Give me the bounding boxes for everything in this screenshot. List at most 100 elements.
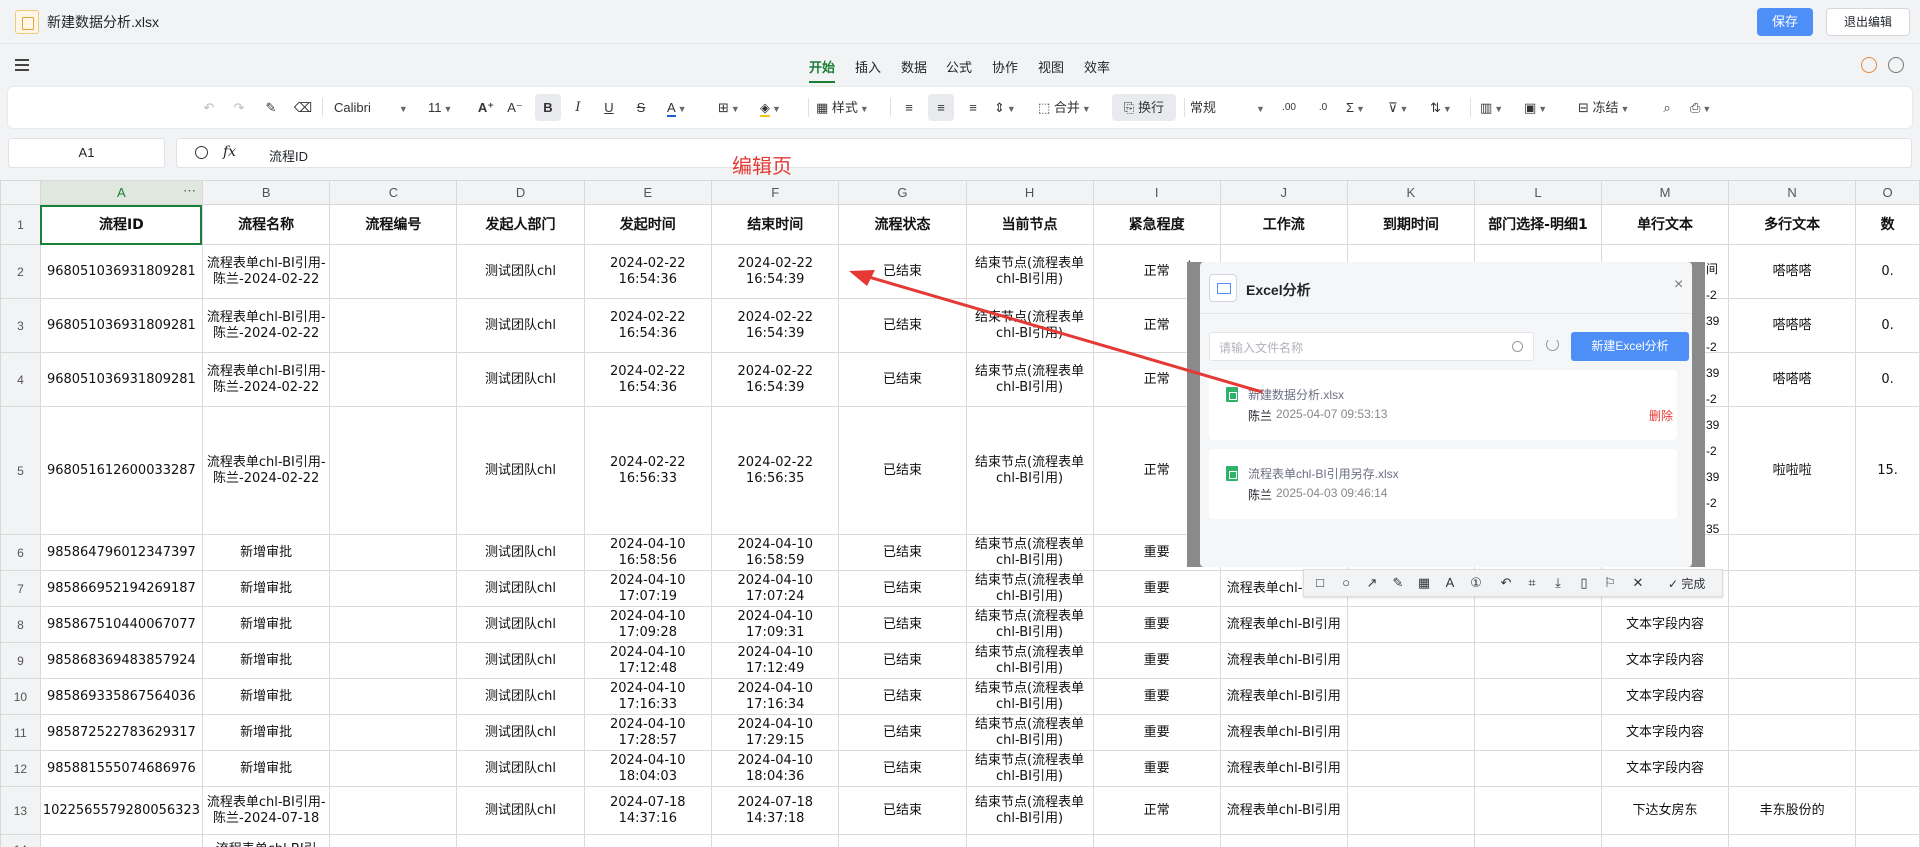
cell[interactable]: 2024-02-22 16:54:36 (583, 244, 713, 299)
redo-icon[interactable]: ↷ (228, 87, 250, 128)
cell[interactable]: 流程表单chl-BI引用 (1219, 606, 1348, 643)
cell[interactable]: 已结束 (838, 570, 967, 607)
cell[interactable]: 2024-04-10 17:09:28 (583, 606, 713, 643)
cell[interactable]: 测试团队chl (456, 714, 585, 751)
cell[interactable]: 下达女房东 (1601, 786, 1730, 835)
cell[interactable]: 重要 (1092, 570, 1221, 607)
cloud-sync-icon[interactable] (1888, 57, 1904, 73)
cancel-icon[interactable]: ✕ (1630, 575, 1646, 591)
cell[interactable]: 已结束 (838, 406, 967, 535)
cell[interactable] (456, 834, 585, 847)
cell[interactable] (329, 352, 458, 407)
text-tool-icon[interactable]: A (1442, 575, 1458, 591)
arrow-tool-icon[interactable]: ↗ (1364, 575, 1380, 591)
file-name[interactable]: 新建数据分析.xlsx (1248, 386, 1344, 403)
column-header-b[interactable]: B (201, 180, 331, 205)
cell[interactable]: 968051036931809281 (39, 298, 203, 353)
cell[interactable]: 2024-04-10 18:04:03 (583, 750, 713, 787)
menu-icon[interactable] (15, 59, 29, 71)
cell[interactable]: 重要 (1092, 714, 1221, 751)
row-header[interactable]: 14 (0, 834, 41, 847)
mosaic-tool-icon[interactable]: ▦ (1416, 575, 1432, 591)
column-header-f[interactable]: F (710, 180, 840, 205)
cell[interactable]: 结束节点(流程表单chl-BI引用) (965, 534, 1094, 571)
number-format-select[interactable]: 常规 ▼ (1190, 87, 1272, 128)
formula-text[interactable]: 流程ID (269, 146, 308, 165)
header-cell[interactable]: 发起人部门 (456, 204, 585, 245)
tab-insert[interactable]: 插入 (855, 57, 881, 76)
cell[interactable]: 啦啦啦 (1728, 406, 1857, 535)
row-header[interactable]: 10 (0, 678, 41, 715)
column-header-d[interactable]: D (456, 180, 585, 205)
decimal-increase-icon[interactable]: .00 (1278, 87, 1300, 128)
cell[interactable] (1092, 834, 1221, 847)
row-header[interactable]: 4 (0, 352, 41, 407)
cell[interactable]: 2024-04-10 17:28:57 (583, 714, 713, 751)
cell[interactable] (1473, 678, 1603, 715)
merge-dropdown[interactable]: ⬚ 合并 ▼ (1038, 87, 1106, 128)
cell[interactable]: 文本字段内容 (1601, 606, 1730, 643)
cell[interactable]: 重要 (1092, 750, 1221, 787)
cell[interactable]: 2024-07-18 14:37:16 (583, 786, 713, 835)
cell[interactable]: 已结束 (838, 534, 967, 571)
cell[interactable]: 2024-04-10 17:07:19 (583, 570, 713, 607)
cell[interactable]: 已结束 (838, 606, 967, 643)
cell[interactable]: 测试团队chl (456, 352, 585, 407)
header-cell[interactable]: 工作流 (1219, 204, 1348, 245)
align-center-icon[interactable]: ≡ (928, 94, 954, 121)
tab-view[interactable]: 视图 (1038, 57, 1064, 76)
cell[interactable]: 新增审批 (201, 534, 331, 571)
cell[interactable]: 985881555074686976 (39, 750, 203, 787)
cell[interactable] (1601, 834, 1730, 847)
decrease-font-icon[interactable]: A⁻ (504, 87, 526, 128)
select-all-corner[interactable] (0, 180, 41, 205)
sum-icon[interactable]: Σ ▼ (1346, 87, 1378, 128)
cell[interactable] (1728, 642, 1857, 679)
cell[interactable]: 测试团队chl (456, 244, 585, 299)
bold-icon[interactable]: B (535, 94, 561, 121)
delete-link[interactable]: 删除 (1649, 407, 1673, 424)
cell[interactable]: 0. (1855, 298, 1920, 353)
cell[interactable] (1473, 606, 1603, 643)
cell[interactable]: 结束节点(流程表单chl-BI引用) (965, 570, 1094, 607)
cell[interactable]: 968051036931809281 (39, 352, 203, 407)
cell[interactable]: 新增审批 (201, 714, 331, 751)
row-header[interactable]: 3 (0, 298, 41, 353)
cell[interactable] (329, 750, 458, 787)
cell[interactable] (1473, 642, 1603, 679)
cell[interactable]: 流程表单chl-BI引 (201, 834, 331, 847)
cell[interactable] (1855, 606, 1920, 643)
long-screenshot-icon[interactable]: ▯ (1576, 575, 1592, 591)
cell[interactable]: 985864796012347397 (39, 534, 203, 571)
cell[interactable] (1855, 642, 1920, 679)
cell[interactable] (1346, 606, 1475, 643)
cell[interactable]: 已结束 (838, 642, 967, 679)
cell[interactable]: 流程表单chl-BI引用 (1219, 678, 1348, 715)
cell[interactable] (1728, 534, 1857, 571)
cell[interactable] (1728, 750, 1857, 787)
cell[interactable]: 文本字段内容 (1601, 750, 1730, 787)
cell[interactable]: 重要 (1092, 642, 1221, 679)
sort-icon[interactable]: ⇅ ▼ (1430, 87, 1462, 128)
tab-data[interactable]: 数据 (901, 57, 927, 76)
italic-icon[interactable]: I (567, 87, 589, 128)
cell[interactable]: 测试团队chl (456, 678, 585, 715)
row-header[interactable]: 13 (0, 786, 41, 835)
cell[interactable]: 测试团队chl (456, 298, 585, 353)
save-button[interactable]: 保存 (1757, 8, 1813, 36)
cell[interactable]: 测试团队chl (456, 642, 585, 679)
font-size-select[interactable]: 11 ▼ (428, 87, 468, 128)
cell[interactable]: 新增审批 (201, 642, 331, 679)
cell[interactable]: 2024-04-10 16:58:56 (583, 534, 713, 571)
cell[interactable]: 0. (1855, 352, 1920, 407)
cell[interactable] (1473, 750, 1603, 787)
cell[interactable] (1855, 678, 1920, 715)
filter-icon[interactable]: ⊽ ▼ (1388, 87, 1420, 128)
tab-collaborate[interactable]: 协作 (992, 57, 1018, 76)
print-icon[interactable]: ⎙ ▼ (1690, 87, 1722, 128)
cell[interactable] (1346, 678, 1475, 715)
cell[interactable]: 已结束 (838, 352, 967, 407)
cell[interactable] (329, 298, 458, 353)
underline-icon[interactable]: U (598, 87, 620, 128)
palette-icon[interactable] (1861, 57, 1877, 73)
